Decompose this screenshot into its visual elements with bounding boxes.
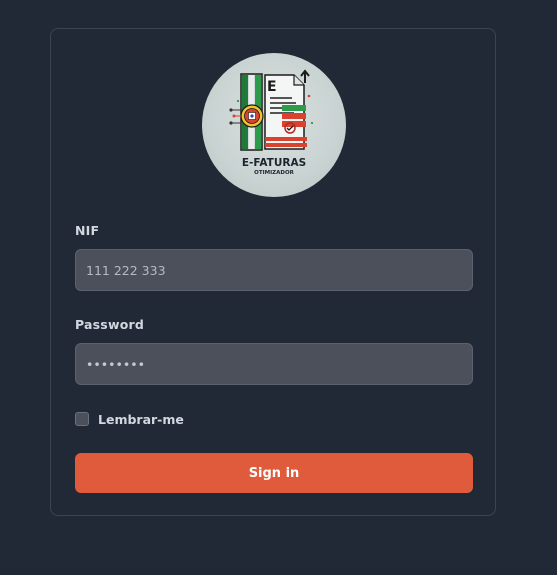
- app-logo: E E-FATURAS OTIMIZADOR: [202, 53, 346, 197]
- sign-in-button[interactable]: Sign in: [75, 453, 473, 493]
- logo-doc-letter: E: [267, 79, 277, 95]
- login-card: E E-FATURAS OTIMIZADOR NIF 111 222 333 P…: [50, 28, 496, 516]
- remember-label: Lembrar-me: [98, 411, 184, 427]
- nif-label: NIF: [75, 223, 100, 238]
- password-input[interactable]: [75, 343, 473, 385]
- password-label: Password: [75, 317, 144, 332]
- nif-input[interactable]: [75, 249, 473, 291]
- logo-brand-title: E-FATURAS: [242, 157, 306, 169]
- logo-brand-subtitle: OTIMIZADOR: [254, 170, 294, 176]
- remember-me[interactable]: Lembrar-me: [75, 411, 184, 427]
- remember-checkbox[interactable]: [75, 412, 89, 426]
